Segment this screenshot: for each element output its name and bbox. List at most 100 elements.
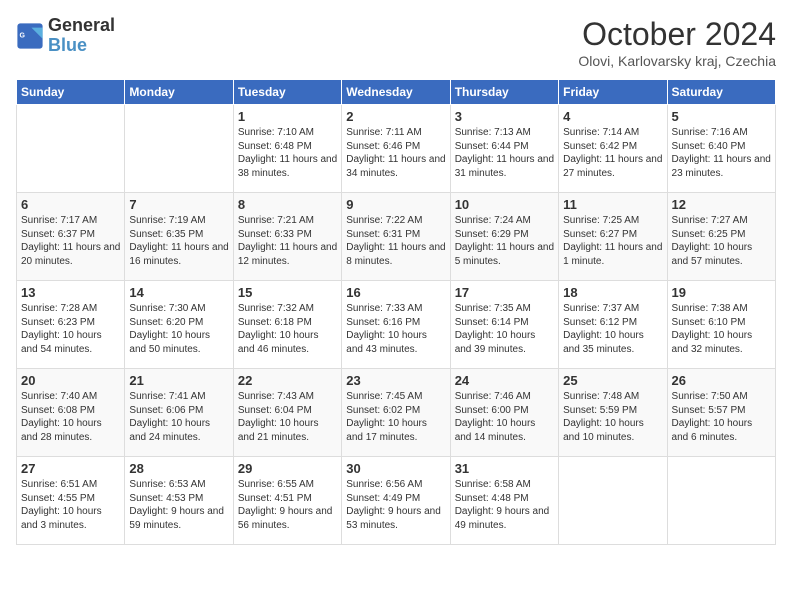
svg-text:G: G: [20, 32, 26, 39]
weekday-header: Monday: [125, 80, 233, 105]
calendar-cell: 11Sunrise: 7:25 AMSunset: 6:27 PMDayligh…: [559, 193, 667, 281]
title-block: October 2024 Olovi, Karlovarsky kraj, Cz…: [578, 16, 776, 69]
day-number: 4: [563, 109, 662, 124]
calendar-cell: 25 Sunrise: 7:48 AMSunset: 5:59 PMDayligh…: [559, 369, 667, 457]
day-number: 10: [455, 197, 554, 212]
cell-content: Sunrise: 7:46 AMSunset: 6:00 PMDaylight:…: [455, 390, 554, 444]
calendar-cell: [17, 105, 125, 193]
calendar-body: 1 Sunrise: 7:10 AMSunset: 6:48 PMDaylight…: [17, 105, 776, 545]
cell-content: Sunrise: 6:51 AMSunset: 4:55 PMDaylight:…: [21, 478, 120, 532]
calendar-cell: [667, 457, 775, 545]
calendar-cell: 4 Sunrise: 7:14 AMSunset: 6:42 PMDaylight…: [559, 105, 667, 193]
calendar-cell: 2 Sunrise: 7:11 AMSunset: 6:46 PMDaylight…: [342, 105, 450, 193]
day-number: 29: [238, 461, 337, 476]
weekday-header: Friday: [559, 80, 667, 105]
cell-content: Sunrise: 7:10 AMSunset: 6:48 PMDaylight:…: [238, 126, 337, 180]
day-number: 1: [238, 109, 337, 124]
cell-content: Sunrise: 7:14 AMSunset: 6:42 PMDaylight:…: [563, 126, 662, 180]
calendar-cell: 22Sunrise: 7:43 AMSunset: 6:04 PMDayligh…: [233, 369, 341, 457]
day-number: 25: [563, 373, 662, 388]
location-subtitle: Olovi, Karlovarsky kraj, Czechia: [578, 53, 776, 69]
day-number: 17: [455, 285, 554, 300]
weekday-header: Saturday: [667, 80, 775, 105]
day-number: 23: [346, 373, 445, 388]
day-number: 27: [21, 461, 120, 476]
day-number: 26: [672, 373, 771, 388]
cell-content: Sunrise: 7:32 AMSunset: 6:18 PMDaylight:…: [238, 302, 337, 356]
calendar-cell: 14 Sunrise: 7:30 AMSunset: 6:20 PMDayligh…: [125, 281, 233, 369]
calendar-cell: 30 Sunrise: 6:56 AMSunset: 4:49 PMDayligh…: [342, 457, 450, 545]
day-number: 15: [238, 285, 337, 300]
day-number: 14: [129, 285, 228, 300]
day-number: 18: [563, 285, 662, 300]
weekday-header: Tuesday: [233, 80, 341, 105]
calendar-week-row: 27 Sunrise: 6:51 AMSunset: 4:55 PMDayligh…: [17, 457, 776, 545]
calendar-cell: 8 Sunrise: 7:21 AMSunset: 6:33 PMDaylight…: [233, 193, 341, 281]
day-number: 30: [346, 461, 445, 476]
day-number: 21: [129, 373, 228, 388]
cell-content: Sunrise: 7:25 AMSunset: 6:27 PMDaylight:…: [563, 214, 662, 268]
day-number: 31: [455, 461, 554, 476]
calendar-week-row: 1 Sunrise: 7:10 AMSunset: 6:48 PMDaylight…: [17, 105, 776, 193]
calendar-cell: 27 Sunrise: 6:51 AMSunset: 4:55 PMDayligh…: [17, 457, 125, 545]
day-number: 19: [672, 285, 771, 300]
calendar-cell: 23Sunrise: 7:45 AMSunset: 6:02 PMDayligh…: [342, 369, 450, 457]
day-number: 22: [238, 373, 337, 388]
day-number: 28: [129, 461, 228, 476]
month-title: October 2024: [578, 16, 776, 53]
cell-content: Sunrise: 6:56 AMSunset: 4:49 PMDaylight:…: [346, 478, 445, 532]
cell-content: Sunrise: 7:40 AMSunset: 6:08 PMDaylight:…: [21, 390, 120, 444]
cell-content: Sunrise: 7:28 AMSunset: 6:23 PMDaylight:…: [21, 302, 120, 356]
calendar-week-row: 20 Sunrise: 7:40 AMSunset: 6:08 PMDayligh…: [17, 369, 776, 457]
day-number: 12: [672, 197, 771, 212]
cell-content: Sunrise: 7:48 AMSunset: 5:59 PMDaylight:…: [563, 390, 662, 444]
calendar-cell: 26 Sunrise: 7:50 AMSunset: 5:57 PMDayligh…: [667, 369, 775, 457]
calendar-cell: 15 Sunrise: 7:32 AMSunset: 6:18 PMDayligh…: [233, 281, 341, 369]
cell-content: Sunrise: 7:30 AMSunset: 6:20 PMDaylight:…: [129, 302, 228, 356]
day-number: 9: [346, 197, 445, 212]
calendar-header: SundayMondayTuesdayWednesdayThursdayFrid…: [17, 80, 776, 105]
cell-content: Sunrise: 6:58 AMSunset: 4:48 PMDaylight:…: [455, 478, 554, 532]
day-number: 24: [455, 373, 554, 388]
calendar-cell: 13 Sunrise: 7:28 AMSunset: 6:23 PMDayligh…: [17, 281, 125, 369]
day-number: 5: [672, 109, 771, 124]
calendar-cell: 29 Sunrise: 6:55 AMSunset: 4:51 PMDayligh…: [233, 457, 341, 545]
logo-icon: G: [16, 22, 44, 50]
cell-content: Sunrise: 7:35 AMSunset: 6:14 PMDaylight:…: [455, 302, 554, 356]
calendar-cell: 12Sunrise: 7:27 AMSunset: 6:25 PMDayligh…: [667, 193, 775, 281]
cell-content: Sunrise: 6:53 AMSunset: 4:53 PMDaylight:…: [129, 478, 228, 532]
calendar-cell: 31 Sunrise: 6:58 AMSunset: 4:48 PMDayligh…: [450, 457, 558, 545]
day-number: 16: [346, 285, 445, 300]
cell-content: Sunrise: 7:16 AMSunset: 6:40 PMDaylight:…: [672, 126, 771, 180]
day-number: 8: [238, 197, 337, 212]
logo: G General Blue: [16, 16, 115, 56]
calendar-cell: 1 Sunrise: 7:10 AMSunset: 6:48 PMDaylight…: [233, 105, 341, 193]
calendar-cell: 7 Sunrise: 7:19 AMSunset: 6:35 PMDaylight…: [125, 193, 233, 281]
cell-content: Sunrise: 7:37 AMSunset: 6:12 PMDaylight:…: [563, 302, 662, 356]
calendar-cell: 18 Sunrise: 7:37 AMSunset: 6:12 PMDayligh…: [559, 281, 667, 369]
calendar-cell: 16 Sunrise: 7:33 AMSunset: 6:16 PMDayligh…: [342, 281, 450, 369]
day-number: 20: [21, 373, 120, 388]
cell-content: Sunrise: 7:11 AMSunset: 6:46 PMDaylight:…: [346, 126, 445, 180]
weekday-header: Sunday: [17, 80, 125, 105]
calendar-cell: [559, 457, 667, 545]
cell-content: Sunrise: 7:13 AMSunset: 6:44 PMDaylight:…: [455, 126, 554, 180]
logo-text: General Blue: [48, 16, 115, 56]
cell-content: Sunrise: 7:19 AMSunset: 6:35 PMDaylight:…: [129, 214, 228, 268]
day-number: 13: [21, 285, 120, 300]
day-number: 3: [455, 109, 554, 124]
day-number: 2: [346, 109, 445, 124]
calendar-cell: 28 Sunrise: 6:53 AMSunset: 4:53 PMDayligh…: [125, 457, 233, 545]
calendar-cell: 6Sunrise: 7:17 AMSunset: 6:37 PMDaylight…: [17, 193, 125, 281]
cell-content: Sunrise: 7:21 AMSunset: 6:33 PMDaylight:…: [238, 214, 337, 268]
cell-content: Sunrise: 6:55 AMSunset: 4:51 PMDaylight:…: [238, 478, 337, 532]
cell-content: Sunrise: 7:22 AMSunset: 6:31 PMDaylight:…: [346, 214, 445, 268]
calendar-cell: 20 Sunrise: 7:40 AMSunset: 6:08 PMDayligh…: [17, 369, 125, 457]
cell-content: Sunrise: 7:38 AMSunset: 6:10 PMDaylight:…: [672, 302, 771, 356]
weekday-header: Wednesday: [342, 80, 450, 105]
cell-content: Sunrise: 7:50 AMSunset: 5:57 PMDaylight:…: [672, 390, 771, 444]
calendar-table: SundayMondayTuesdayWednesdayThursdayFrid…: [16, 79, 776, 545]
calendar-week-row: 6Sunrise: 7:17 AMSunset: 6:37 PMDaylight…: [17, 193, 776, 281]
day-number: 7: [129, 197, 228, 212]
cell-content: Sunrise: 7:33 AMSunset: 6:16 PMDaylight:…: [346, 302, 445, 356]
